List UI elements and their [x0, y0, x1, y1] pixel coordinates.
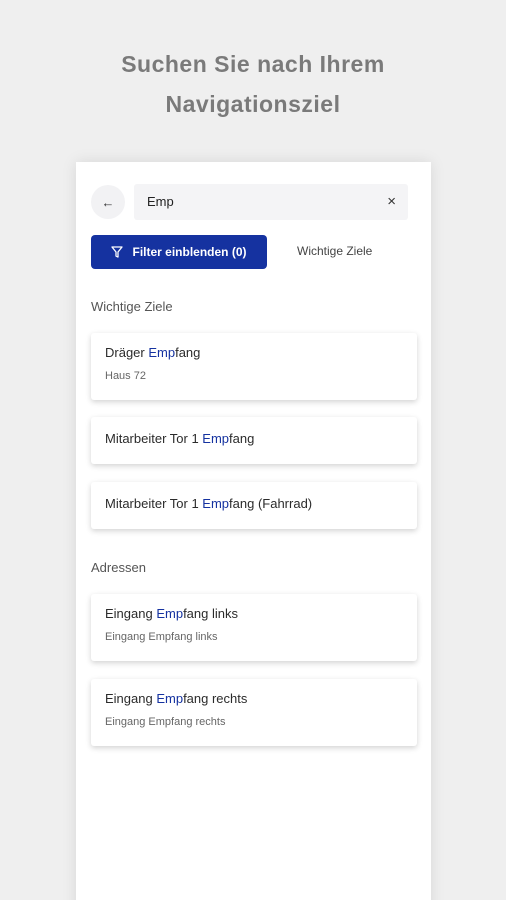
list-item[interactable]: Mitarbeiter Tor 1 Empfang — [91, 417, 417, 464]
filter-button-label: Filter einblenden (0) — [132, 245, 247, 259]
tab-important-destinations[interactable]: Wichtige Ziele — [297, 244, 372, 258]
search-value[interactable]: Emp — [147, 194, 174, 209]
list-item-title: Mitarbeiter Tor 1 Empfang — [105, 431, 255, 446]
list-item[interactable]: Mitarbeiter Tor 1 Empfang (Fahrrad) — [91, 482, 417, 529]
filter-icon — [111, 246, 124, 258]
arrow-left-icon: ← — [101, 194, 115, 210]
list-item[interactable]: Dräger Empfang Haus 72 — [91, 333, 417, 400]
list-item[interactable]: Eingang Empfang links Eingang Empfang li… — [91, 594, 417, 661]
headline-line-2: Navigationsziel — [165, 91, 341, 117]
filter-button[interactable]: Filter einblenden (0) — [91, 235, 267, 269]
list-item-subtitle: Haus 72 — [105, 370, 146, 382]
list-item-title: Dräger Empfang — [105, 345, 201, 360]
headline: Suchen Sie nach Ihrem Navigationsziel — [0, 44, 506, 124]
search-input[interactable]: Emp × — [134, 184, 408, 220]
list-item-subtitle: Eingang Empfang links — [105, 631, 218, 643]
app-screen: ← Emp × Filter einblenden (0) Wichtige Z… — [76, 162, 431, 900]
list-item[interactable]: Eingang Empfang rechts Eingang Empfang r… — [91, 679, 417, 746]
section-label-important: Wichtige Ziele — [91, 299, 173, 314]
list-item-title: Mitarbeiter Tor 1 Empfang (Fahrrad) — [105, 496, 313, 511]
section-label-addresses: Adressen — [91, 560, 146, 575]
close-icon[interactable]: × — [387, 193, 396, 210]
headline-line-1: Suchen Sie nach Ihrem — [121, 51, 385, 77]
list-item-subtitle: Eingang Empfang rechts — [105, 716, 226, 728]
list-item-title: Eingang Empfang rechts — [105, 691, 248, 706]
list-item-title: Eingang Empfang links — [105, 606, 238, 621]
back-button[interactable]: ← — [91, 185, 125, 219]
